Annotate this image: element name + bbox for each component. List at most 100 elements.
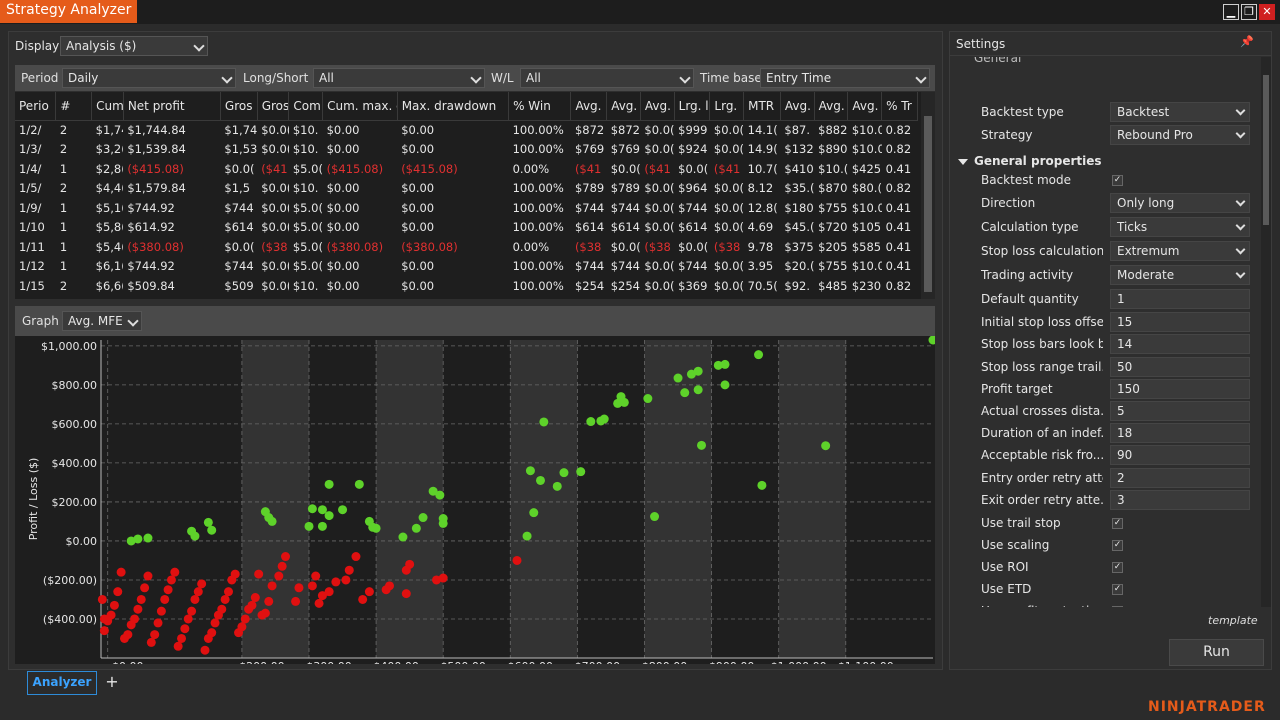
column-header[interactable]: Com — [288, 92, 324, 121]
property-select[interactable]: Only long — [1110, 193, 1250, 213]
pin-icon[interactable]: 📌 — [1240, 35, 1254, 48]
property-checkbox[interactable]: ✓ — [1112, 562, 1123, 573]
column-header[interactable]: % Tr — [881, 92, 918, 121]
property-row: Backtest mode ✓ — [950, 170, 1260, 192]
scroll-thumb[interactable] — [924, 116, 932, 292]
property-input[interactable]: 15 — [1110, 312, 1250, 332]
y-tick-label: $200.00 — [52, 496, 98, 509]
property-select[interactable]: Moderate — [1110, 265, 1250, 285]
loss-trade-point — [99, 626, 109, 636]
property-select[interactable]: Extremum — [1110, 241, 1250, 261]
column-header[interactable]: Gros — [257, 92, 290, 121]
loss-trade-point — [140, 583, 150, 593]
column-header[interactable]: % Win — [508, 92, 572, 121]
period-select[interactable]: Daily — [62, 68, 236, 88]
column-header[interactable]: Avg. — [780, 92, 815, 121]
column-header[interactable]: Avg. — [847, 92, 883, 121]
table-row[interactable]: 1/2/2$1,74$1,744.84$1,74$0.0($10.$0.00$0… — [15, 120, 918, 140]
column-header[interactable]: Lrg. l — [674, 92, 711, 121]
property-input[interactable]: 90 — [1110, 445, 1250, 465]
table-row[interactable]: 1/5/2 $4,4($1,579.84 $1,5 $0.0($10. $0.00 $0.… — [15, 179, 918, 199]
property-select[interactable]: Ticks — [1110, 217, 1250, 237]
scroll-thumb[interactable] — [1263, 75, 1269, 225]
property-input[interactable]: 14 — [1110, 334, 1250, 354]
section-general: General — [974, 57, 1022, 65]
column-header[interactable]: Max. drawdown — [397, 92, 510, 121]
column-header[interactable]: Cum — [91, 92, 124, 121]
table-row[interactable]: 1/10 1 $5,8($614.92 $614 $0.0($5.0($0.00 $0.0… — [15, 218, 918, 238]
close-button[interactable]: ✕ — [1259, 4, 1275, 20]
graph-select[interactable]: Avg. MFE — [62, 311, 142, 331]
win-trade-point — [338, 505, 348, 515]
table-cell: $964 — [678, 181, 708, 196]
table-cell: $0.0( — [713, 220, 744, 235]
property-select[interactable]: Backtest — [1110, 102, 1250, 122]
table-row[interactable]: 1/9/1 $5,1($744.92 $744 $0.0($5.0($0.00 $0.0… — [15, 198, 918, 218]
table-cell: 100.00% — [512, 278, 564, 293]
table-cell: $92. — [784, 278, 811, 293]
table-cell: $0.00 — [401, 259, 435, 274]
column-header[interactable]: # — [55, 92, 93, 121]
column-header[interactable]: Avg. — [640, 92, 675, 121]
time-base-select[interactable]: Entry Time — [760, 68, 930, 88]
tab-analyzer[interactable]: Analyzer — [27, 671, 97, 695]
table-row[interactable]: 1/4/1 $2,8(($415.08) $0.0(($41 $5.0(($415.0… — [15, 159, 918, 179]
property-row: Actual crosses dista... 5 — [950, 401, 1260, 423]
y-tick-label: ($200.00) — [43, 574, 97, 587]
column-header[interactable]: Avg. — [606, 92, 641, 121]
table-cell: $924 — [678, 142, 708, 157]
table-row[interactable]: 1/3/2 $3,2($1,539.84 $1,53 $0.0($10. $0.00 $0… — [15, 140, 918, 160]
period-label: Period — [21, 71, 59, 85]
column-header[interactable]: Gros — [220, 92, 258, 121]
chart-band — [376, 340, 444, 658]
column-header[interactable]: MTR — [743, 92, 781, 121]
grid-scrollbar[interactable] — [921, 92, 935, 299]
property-checkbox[interactable]: ✓ — [1112, 175, 1123, 186]
property-input[interactable]: 5 — [1110, 401, 1250, 421]
table-row[interactable]: 1/15 2 $6,6($509.84 $509 $0.0($10. $0.00 $0.00… — [15, 276, 918, 296]
win-trade-point — [438, 518, 448, 528]
column-header[interactable]: Cum. max. d — [322, 92, 398, 121]
display-select[interactable]: Analysis ($) — [60, 36, 208, 56]
property-input[interactable]: 50 — [1110, 357, 1250, 377]
property-input[interactable]: 2 — [1110, 468, 1250, 488]
property-input[interactable]: 3 — [1110, 490, 1250, 510]
property-checkbox[interactable]: ✓ — [1112, 606, 1123, 607]
settings-scrollbar[interactable] — [1261, 57, 1271, 607]
column-header[interactable]: Avg. — [570, 92, 608, 121]
run-button[interactable]: Run — [1169, 639, 1264, 666]
column-header[interactable]: Lrg. — [709, 92, 745, 121]
section-general-properties[interactable]: General properties — [958, 154, 1102, 168]
property-checkbox[interactable]: ✓ — [1112, 518, 1123, 529]
property-input[interactable]: 18 — [1110, 423, 1250, 443]
table-cell: 1/9/ — [19, 200, 42, 215]
loss-trade-point — [512, 555, 522, 565]
long-short-select[interactable]: All — [313, 68, 485, 88]
table-cell: 0.00% — [512, 161, 550, 176]
property-input[interactable]: 1 — [1110, 289, 1250, 309]
collapse-triangle-icon — [958, 158, 968, 165]
property-checkbox[interactable]: ✓ — [1112, 584, 1123, 595]
template-label[interactable]: template — [1208, 614, 1258, 627]
table-cell: $375 — [784, 239, 814, 254]
column-header[interactable]: Avg. — [814, 92, 849, 121]
column-header[interactable]: Net profit — [123, 92, 221, 121]
scatter-chart-svg: $1,000.00 $800.00 $600.00 $400.00 $200.00 $0.… — [27, 335, 938, 687]
restore-button[interactable]: ❐ — [1241, 4, 1257, 20]
add-tab-button[interactable]: + — [101, 671, 123, 695]
win-loss-select[interactable]: All — [520, 68, 694, 88]
property-input[interactable]: 150 — [1110, 379, 1250, 399]
loss-trade-point — [187, 606, 197, 616]
table-cell: $789 — [610, 181, 640, 196]
graph-bar: Graph Avg. MFE — [15, 306, 935, 336]
property-value: 150 — [1117, 382, 1140, 396]
property-select[interactable]: Rebound Pro — [1110, 125, 1250, 145]
loss-trade-point — [307, 581, 317, 591]
table-row[interactable]: 1/12 1 $6,1($744.92 $744 $0.0($5.0($0.00 $0.0… — [15, 257, 918, 277]
minimize-button[interactable]: ▁ — [1223, 4, 1239, 20]
loss-trade-point — [220, 594, 230, 604]
property-row: Use trail stop ✓ — [950, 513, 1260, 535]
column-header[interactable]: Perio — [15, 92, 57, 121]
property-checkbox[interactable]: ✓ — [1112, 540, 1123, 551]
table-row[interactable]: 1/11 1 $5,4(($380.08) $0.0(($38 $5.0(($380.0… — [15, 237, 918, 257]
